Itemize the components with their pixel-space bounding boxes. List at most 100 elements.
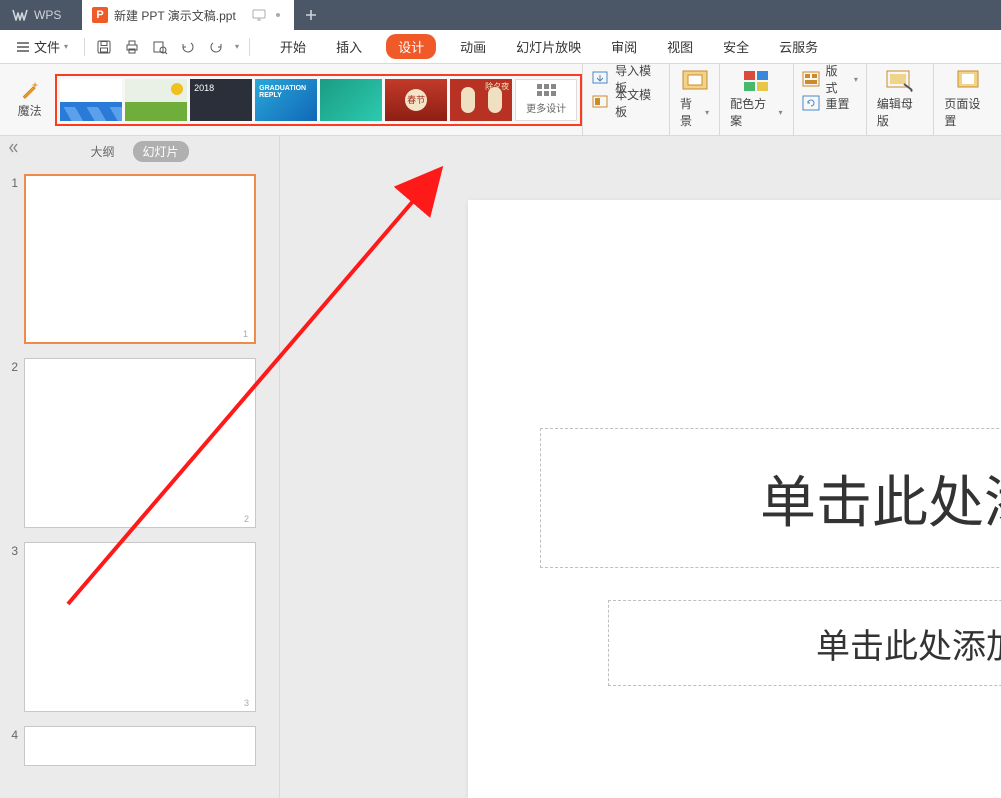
chevron-down-icon: ▾ (705, 108, 709, 117)
template-thumb-5[interactable] (320, 79, 382, 121)
save-icon (96, 39, 112, 55)
tab-security[interactable]: 安全 (717, 33, 755, 60)
redo-icon (208, 39, 224, 55)
magic-wand-icon (20, 80, 40, 100)
thumb-page-label: 3 (244, 698, 249, 708)
template-thumb-2[interactable] (125, 79, 187, 121)
undo-icon (180, 39, 196, 55)
layout-group: 版式 ▾ 重置 (793, 64, 866, 135)
tab-start[interactable]: 开始 (274, 33, 312, 60)
tab-view[interactable]: 视图 (661, 33, 699, 60)
template-group: 导入模板 本文模板 (582, 64, 669, 135)
title-bar: WPS P 新建 PPT 演示文稿.ppt (0, 0, 1001, 30)
wps-logo-icon (12, 7, 28, 23)
collapse-panel-button[interactable] (8, 142, 20, 157)
save-button[interactable] (95, 38, 113, 56)
chevron-down-icon: ▾ (64, 42, 68, 51)
hamburger-icon (16, 41, 30, 53)
presentation-mode-icon[interactable] (252, 9, 266, 21)
more-designs-button[interactable]: 更多设计 (515, 79, 577, 121)
title-placeholder[interactable]: 单击此处添 (540, 428, 1001, 568)
thumbnail-number: 1 (8, 174, 18, 190)
template-3-year: 2018 (194, 83, 214, 93)
layout-label: 版式 (826, 62, 848, 96)
template-thumb-6[interactable]: 春节 (385, 79, 447, 121)
template-thumb-4[interactable]: GRADUATION REPLY (255, 79, 317, 121)
reset-icon (802, 95, 820, 111)
file-menu-button[interactable]: 文件 ▾ (10, 35, 74, 58)
thumbnail-row: 3 3 (8, 542, 269, 712)
thisdoc-template-label: 本文模板 (615, 86, 661, 120)
outline-tab[interactable]: 大纲 (90, 143, 114, 160)
tab-slideshow[interactable]: 幻灯片放映 (510, 33, 587, 60)
thumbnail-1[interactable]: 1 (24, 174, 256, 344)
tab-design[interactable]: 设计 (386, 34, 436, 59)
thumbnail-number: 2 (8, 358, 18, 374)
import-template-icon (591, 70, 609, 88)
reset-label: 重置 (826, 95, 850, 112)
quick-access-toolbar: ▾ (95, 38, 239, 56)
thisdoc-template-button[interactable]: 本文模板 (591, 92, 661, 114)
print-preview-button[interactable] (151, 38, 169, 56)
document-tab[interactable]: P 新建 PPT 演示文稿.ppt (82, 0, 294, 30)
undo-button[interactable] (179, 38, 197, 56)
magic-label: 魔法 (18, 102, 42, 119)
thumbnails-list[interactable]: 1 1 2 2 3 3 4 (0, 166, 279, 798)
template-4-line2: REPLY (259, 92, 306, 100)
qat-dropdown[interactable]: ▾ (235, 42, 239, 51)
reset-button[interactable]: 重置 (802, 92, 858, 114)
tab-menu-dot[interactable] (276, 13, 280, 17)
ribbon-tabs: 开始 插入 设计 动画 幻灯片放映 审阅 视图 安全 云服务 (274, 33, 824, 60)
new-tab-button[interactable] (294, 0, 328, 30)
slide-canvas[interactable]: 单击此处添 单击此处添加 (280, 136, 1001, 798)
layout-icon (802, 71, 820, 87)
template-thumb-3[interactable]: 2018 (190, 79, 252, 121)
thumbnail-row: 2 2 (8, 358, 269, 528)
magic-button[interactable]: 魔法 (10, 80, 49, 119)
color-scheme-label: 配色方案 (730, 95, 776, 129)
edit-master-icon (886, 70, 914, 92)
background-button[interactable]: 背景▾ (669, 64, 719, 135)
document-tab-title: 新建 PPT 演示文稿.ppt (114, 7, 236, 24)
chevron-left-icon (8, 142, 20, 154)
plus-icon (304, 8, 318, 22)
template-thumb-7[interactable]: 除夕夜 (450, 79, 512, 121)
template-6-center: 春节 (405, 89, 427, 111)
print-button[interactable] (123, 38, 141, 56)
template-7-label: 除夕夜 (485, 81, 509, 92)
tab-insert[interactable]: 插入 (330, 33, 368, 60)
thumbnail-number: 4 (8, 726, 18, 742)
thumbnail-row: 4 (8, 726, 269, 766)
workspace: 大纲 幻灯片 1 1 2 2 3 3 4 单击此处添 单击此处添加 (0, 136, 1001, 798)
tab-cloud[interactable]: 云服务 (773, 33, 824, 60)
tab-animation[interactable]: 动画 (454, 33, 492, 60)
background-icon (682, 70, 708, 92)
thumb-page-label: 2 (244, 514, 249, 524)
ribbon-design: 魔法 2018 GRADUATION REPLY 春节 除夕夜 更多设计 导入模… (0, 64, 1001, 136)
thumbnail-4[interactable] (24, 726, 256, 766)
thisdoc-template-icon (591, 94, 609, 112)
edit-master-label: 编辑母版 (877, 95, 924, 129)
color-scheme-button[interactable]: 配色方案▾ (719, 64, 792, 135)
edit-master-button[interactable]: 编辑母版 (866, 64, 934, 135)
thumbnail-2[interactable]: 2 (24, 358, 256, 528)
color-scheme-icon (743, 70, 769, 92)
slides-tab[interactable]: 幻灯片 (133, 141, 189, 162)
menu-bar: 文件 ▾ ▾ 开始 插入 设计 动画 幻灯片放映 审阅 视图 安全 云服务 (0, 30, 1001, 64)
app-logo-cell[interactable]: WPS (0, 0, 82, 30)
thumbnail-number: 3 (8, 542, 18, 558)
redo-button[interactable] (207, 38, 225, 56)
page-setup-label: 页面设置 (944, 95, 991, 129)
template-4-line1: GRADUATION (259, 85, 306, 93)
page-setup-button[interactable]: 页面设置 (933, 64, 1001, 135)
subtitle-placeholder[interactable]: 单击此处添加 (608, 600, 1001, 686)
thumb-page-label: 1 (243, 329, 248, 339)
current-slide[interactable]: 单击此处添 单击此处添加 (468, 200, 1001, 798)
thumbnail-3[interactable]: 3 (24, 542, 256, 712)
layout-button[interactable]: 版式 ▾ (802, 68, 858, 90)
ribbon-right-groups: 导入模板 本文模板 背景▾ 配色方案▾ 版式 ▾ 重置 (582, 64, 1001, 135)
template-thumb-1[interactable] (60, 79, 122, 121)
tab-review[interactable]: 审阅 (605, 33, 643, 60)
more-designs-label: 更多设计 (526, 100, 566, 115)
file-menu-label: 文件 (34, 37, 60, 56)
